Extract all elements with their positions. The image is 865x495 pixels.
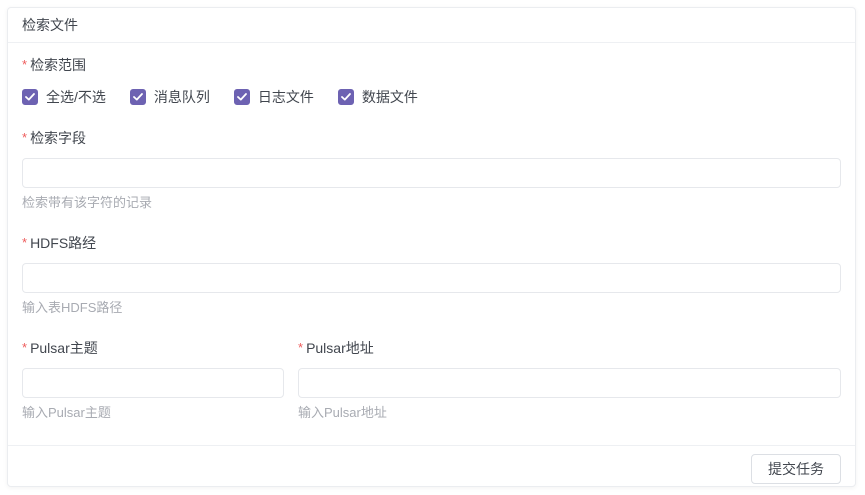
- pulsar-address-label-text: Pulsar地址: [306, 340, 374, 356]
- pulsar-topic-input[interactable]: [22, 368, 284, 398]
- checkbox-label[interactable]: 数据文件: [362, 89, 418, 105]
- checkbox-label[interactable]: 消息队列: [154, 89, 210, 105]
- pulsar-address-hint: 输入Pulsar地址: [298, 405, 841, 420]
- card-body: *检索范围 全选/不选 消息队列: [8, 43, 855, 445]
- checkbox-log-file[interactable]: [234, 89, 250, 105]
- check-icon: [237, 93, 247, 101]
- checkbox-label[interactable]: 日志文件: [258, 89, 314, 105]
- pulsar-address-input[interactable]: [298, 368, 841, 398]
- checkbox-message-queue[interactable]: [130, 89, 146, 105]
- checkbox-item-message-queue[interactable]: 消息队列: [130, 89, 210, 105]
- form-item-pulsar-address: *Pulsar地址 输入Pulsar地址: [298, 340, 841, 420]
- required-mark: *: [298, 340, 303, 355]
- pulsar-topic-hint: 输入Pulsar主题: [22, 405, 284, 420]
- scope-label-text: 检索范围: [30, 57, 86, 73]
- check-icon: [25, 93, 35, 101]
- form-item-hdfs: *HDFS路经 输入表HDFS路径: [22, 235, 841, 315]
- keyword-label-text: 检索字段: [30, 130, 86, 146]
- pulsar-topic-label: *Pulsar主题: [22, 340, 98, 356]
- hdfs-path-input[interactable]: [22, 263, 841, 293]
- check-icon: [133, 93, 143, 101]
- page-title: 检索文件: [22, 15, 78, 35]
- hdfs-label: *HDFS路经: [22, 235, 96, 251]
- checkbox-select-all[interactable]: [22, 89, 38, 105]
- keyword-label: *检索字段: [22, 130, 86, 146]
- required-mark: *: [22, 57, 27, 72]
- required-mark: *: [22, 130, 27, 145]
- submit-task-button[interactable]: 提交任务: [751, 454, 841, 484]
- check-icon: [341, 93, 351, 101]
- checkbox-item-select-all[interactable]: 全选/不选: [22, 89, 106, 105]
- form-item-keyword: *检索字段 检索带有该字符的记录: [22, 130, 841, 210]
- checkbox-item-log-file[interactable]: 日志文件: [234, 89, 314, 105]
- hdfs-hint: 输入表HDFS路径: [22, 300, 841, 315]
- card-footer: 提交任务: [8, 445, 855, 494]
- required-mark: *: [22, 340, 27, 355]
- search-file-card: 检索文件 *检索范围 全选/不选 消息队列: [7, 7, 856, 487]
- pulsar-topic-label-text: Pulsar主题: [30, 340, 98, 356]
- checkbox-item-data-file[interactable]: 数据文件: [338, 89, 418, 105]
- scope-checkbox-group: 全选/不选 消息队列 日志文件: [22, 89, 841, 105]
- pulsar-address-label: *Pulsar地址: [298, 340, 374, 356]
- keyword-hint: 检索带有该字符的记录: [22, 195, 841, 210]
- required-mark: *: [22, 235, 27, 250]
- card-header: 检索文件: [8, 8, 855, 43]
- scope-label: *检索范围: [22, 57, 86, 73]
- keyword-input[interactable]: [22, 158, 841, 188]
- form-item-pulsar-topic: *Pulsar主题 输入Pulsar主题: [22, 340, 284, 420]
- checkbox-data-file[interactable]: [338, 89, 354, 105]
- form-item-scope: *检索范围 全选/不选 消息队列: [22, 57, 841, 105]
- checkbox-label[interactable]: 全选/不选: [46, 89, 106, 105]
- hdfs-label-text: HDFS路经: [30, 235, 96, 251]
- form-item-pulsar-row: *Pulsar主题 输入Pulsar主题 *Pulsar地址 输入Pulsar地…: [22, 340, 841, 420]
